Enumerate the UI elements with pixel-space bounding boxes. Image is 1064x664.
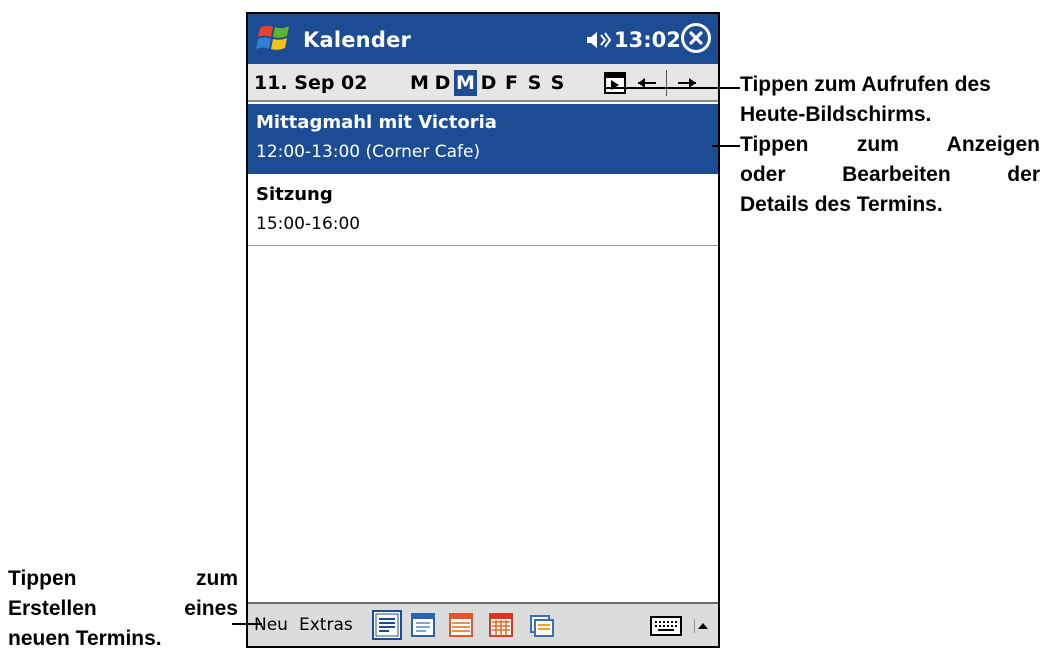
appointment-title: Mittagmahl mit Victoria: [256, 112, 497, 133]
weekday-tuesday[interactable]: D: [431, 70, 454, 96]
day-view-icon[interactable]: [408, 610, 438, 640]
callout-line: Tippen zum Aufrufen des: [740, 73, 991, 96]
agenda-view-icon[interactable]: [372, 610, 402, 640]
keyboard-icon[interactable]: [650, 616, 682, 636]
callout-line: Heute-Bildschirms.: [740, 103, 932, 126]
tools-menu[interactable]: Extras: [299, 615, 353, 635]
menu-bar: Neu Extras: [248, 602, 718, 646]
callout-line: oder Bearbeiten der: [740, 163, 1040, 186]
appointment-time: 15:00-16:00: [256, 214, 361, 234]
callout-leader-line: [606, 87, 740, 89]
pocket-pc-screen: Kalender 13:02 11. Sep 02 M D M D F S S: [246, 12, 720, 648]
clock[interactable]: 13:02: [614, 28, 681, 52]
month-view-icon[interactable]: [486, 610, 516, 640]
windows-flag-icon[interactable]: [256, 22, 292, 56]
current-date[interactable]: 11. Sep 02: [254, 72, 368, 94]
appointment-item[interactable]: Sitzung 15:00-16:00: [248, 176, 718, 246]
callout-line: Erstellen eines: [8, 597, 238, 620]
week-view-icon[interactable]: [446, 610, 476, 640]
app-title: Kalender: [303, 28, 412, 52]
weekday-monday[interactable]: M: [408, 70, 431, 96]
year-view-icon[interactable]: [526, 610, 556, 640]
callout-line: Tippen zum: [8, 567, 238, 590]
appointment-item[interactable]: Mittagmahl mit Victoria 12:00-13:00 (Cor…: [248, 104, 718, 174]
callout-line: Details des Termins.: [740, 193, 943, 216]
arrow-up-icon[interactable]: [693, 618, 708, 633]
weekday-thursday[interactable]: D: [477, 70, 500, 96]
new-menu[interactable]: Neu: [254, 615, 288, 635]
appointment-title: Sitzung: [256, 184, 333, 205]
weekday-sunday[interactable]: S: [546, 70, 569, 96]
close-button[interactable]: [681, 23, 711, 53]
weekday-saturday[interactable]: S: [523, 70, 546, 96]
callout-line: Tippen zum Anzeigen: [740, 133, 1040, 156]
callout-leader-line: [232, 623, 262, 625]
title-bar: Kalender 13:02: [248, 14, 718, 64]
appointment-time: 12:00-13:00 (Corner Cafe): [256, 142, 481, 162]
callout-line: neuen Termins.: [8, 627, 162, 650]
date-bar: 11. Sep 02 M D M D F S S: [248, 64, 718, 102]
go-to-today-icon[interactable]: [604, 72, 626, 94]
callout-leader-line: [712, 145, 740, 147]
nav-separator: [666, 70, 667, 96]
weekday-friday[interactable]: F: [500, 70, 523, 96]
weekday-wednesday[interactable]: M: [454, 70, 477, 96]
callout-today-screen: Tippen zum Aufrufen des Heute-Bildschirm…: [740, 70, 1060, 130]
speaker-icon[interactable]: [586, 31, 612, 49]
close-icon: [684, 26, 708, 50]
weekday-selector: M D M D F S S: [408, 70, 569, 96]
callout-appointment-details: Tippen zum Anzeigen oder Bearbeiten der …: [740, 130, 1040, 220]
callout-new-appointment: Tippen zum Erstellen eines neuen Termins…: [8, 564, 238, 654]
